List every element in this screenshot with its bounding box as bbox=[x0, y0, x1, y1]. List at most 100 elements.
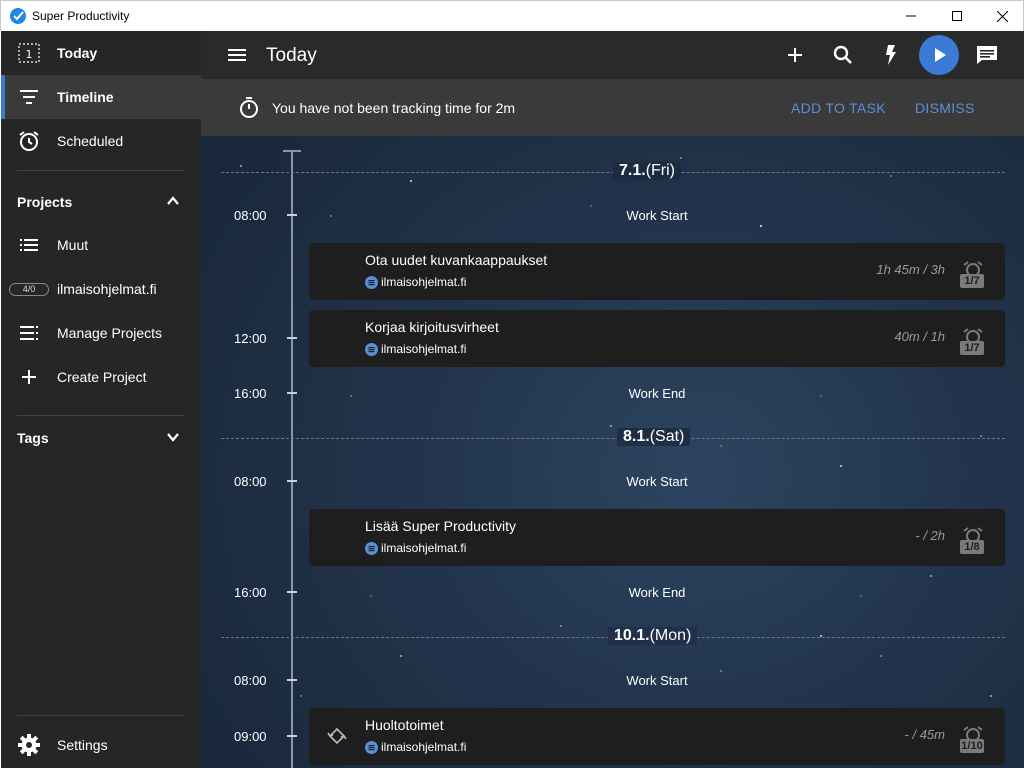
play-button[interactable] bbox=[919, 35, 959, 75]
task-time-estimate: - / 2h bbox=[915, 528, 945, 543]
alarm-clock-icon[interactable]: 1/7 bbox=[960, 260, 985, 288]
active-indicator bbox=[1, 75, 5, 119]
list-icon bbox=[17, 233, 41, 257]
sidebar-item-project-muut[interactable]: Muut bbox=[1, 223, 201, 267]
timeline-time: 09:00 bbox=[234, 729, 267, 744]
flash-icon[interactable] bbox=[879, 43, 903, 67]
sidebar-divider bbox=[17, 415, 185, 416]
sidebar-item-project-ilmaisohjelmat[interactable]: 4/0 ilmaisohjelmat.fi bbox=[1, 267, 201, 311]
banner-message: You have not been tracking time for 2m bbox=[272, 100, 516, 116]
tracking-reminder-banner: You have not been tracking time for 2m A… bbox=[201, 80, 1024, 136]
timeline-tick bbox=[287, 337, 297, 339]
window-title: Super Productivity bbox=[32, 9, 130, 23]
timeline-time: 08:00 bbox=[234, 208, 267, 223]
search-icon[interactable] bbox=[831, 43, 855, 67]
sidebar-item-settings[interactable]: Settings bbox=[1, 723, 201, 767]
minimize-icon[interactable] bbox=[888, 1, 934, 31]
timeline-tick bbox=[287, 392, 297, 394]
dismiss-button[interactable]: DISMISS bbox=[915, 100, 975, 116]
project-icon bbox=[365, 541, 378, 555]
svg-text:1: 1 bbox=[26, 48, 33, 61]
task-project: ilmaisohjelmat.fi bbox=[365, 541, 466, 555]
alarm-clock-icon[interactable]: 1/8 bbox=[960, 526, 985, 554]
menu-icon[interactable] bbox=[227, 45, 247, 70]
project-icon bbox=[365, 275, 378, 289]
sidebar-item-label: Scheduled bbox=[57, 133, 124, 149]
alarm-clock-icon[interactable]: 1/10 bbox=[960, 725, 985, 753]
sidebar-divider bbox=[17, 715, 185, 716]
timeline-event: Work Start bbox=[626, 474, 688, 489]
chat-icon[interactable] bbox=[975, 43, 999, 67]
timeline-event: Work End bbox=[628, 386, 686, 401]
project-icon bbox=[365, 740, 378, 754]
close-icon[interactable] bbox=[979, 1, 1024, 31]
sidebar-item-create-project[interactable]: Create Project bbox=[1, 355, 201, 399]
tags-section-title[interactable]: Tags bbox=[17, 430, 49, 446]
task-title: Korjaa kirjoitusvirheet bbox=[365, 319, 499, 335]
sidebar: 1 Today Timeline Scheduled Projects Muut… bbox=[1, 31, 201, 768]
timeline-time: 16:00 bbox=[234, 585, 267, 600]
today-icon: 1 bbox=[17, 41, 41, 65]
sidebar-item-timeline[interactable]: Timeline bbox=[1, 75, 201, 119]
timeline-time: 08:00 bbox=[234, 474, 267, 489]
plus-icon bbox=[17, 365, 41, 389]
task-card[interactable]: Korjaa kirjoitusvirheet ilmaisohjelmat.f… bbox=[309, 310, 1005, 367]
day-label: 10.1.(Mon) bbox=[608, 627, 698, 645]
repeat-count: 1/7 bbox=[960, 341, 984, 355]
timeline-tick bbox=[287, 679, 297, 681]
task-card[interactable]: Huoltotoimet ilmaisohjelmat.fi - / 45m 1… bbox=[309, 708, 1005, 765]
sidebar-item-today[interactable]: 1 Today bbox=[1, 31, 201, 75]
task-project: ilmaisohjelmat.fi bbox=[365, 275, 466, 289]
task-card[interactable]: Ota uudet kuvankaappaukset ilmaisohjelma… bbox=[309, 243, 1005, 300]
main-content: Today You have not been tracking time fo… bbox=[201, 31, 1024, 768]
timeline-tick bbox=[287, 480, 297, 482]
page-title: Today bbox=[266, 45, 317, 66]
sidebar-item-scheduled[interactable]: Scheduled bbox=[1, 119, 201, 163]
app-logo-icon bbox=[10, 8, 26, 24]
sidebar-item-label: Settings bbox=[57, 737, 108, 753]
day-label: 7.1.(Fri) bbox=[613, 162, 681, 180]
task-project: ilmaisohjelmat.fi bbox=[365, 740, 466, 754]
task-title: Lisää Super Productivity bbox=[365, 518, 516, 534]
maximize-icon[interactable] bbox=[934, 1, 980, 31]
day-label: 8.1.(Sat) bbox=[617, 428, 691, 446]
sidebar-item-label: Muut bbox=[57, 237, 89, 253]
alarm-clock-icon[interactable]: 1/7 bbox=[960, 327, 985, 355]
timeline-time: 08:00 bbox=[234, 673, 267, 688]
projects-section-title[interactable]: Projects bbox=[17, 194, 72, 210]
task-time-estimate: - / 45m bbox=[904, 727, 945, 742]
play-icon bbox=[935, 48, 946, 62]
sidebar-item-label: Timeline bbox=[57, 89, 114, 105]
task-card[interactable]: Lisää Super Productivity ilmaisohjelmat.… bbox=[309, 509, 1005, 566]
top-app-bar: Today bbox=[201, 31, 1024, 80]
sidebar-item-manage-projects[interactable]: Manage Projects bbox=[1, 311, 201, 355]
timeline-time: 16:00 bbox=[234, 386, 267, 401]
sidebar-divider bbox=[17, 170, 185, 171]
project-icon bbox=[365, 342, 378, 356]
manage-list-icon bbox=[17, 321, 41, 345]
task-title: Ota uudet kuvankaappaukset bbox=[365, 252, 548, 268]
project-count-badge: 4/0 bbox=[9, 283, 49, 296]
task-time-estimate: 1h 45m / 3h bbox=[876, 262, 945, 277]
repeat-count: 1/10 bbox=[960, 739, 984, 753]
repeat-icon bbox=[325, 724, 349, 753]
timeline-axis bbox=[291, 151, 293, 768]
gear-icon bbox=[17, 733, 41, 757]
timeline-tick bbox=[287, 735, 297, 737]
chevron-up-icon[interactable] bbox=[164, 192, 182, 210]
timeline-axis-cap bbox=[283, 150, 301, 152]
sidebar-item-label: Create Project bbox=[57, 369, 147, 385]
timeline-time: 12:00 bbox=[234, 331, 267, 346]
plus-icon[interactable] bbox=[783, 43, 807, 67]
timer-icon bbox=[237, 96, 261, 125]
timeline-event: Work End bbox=[628, 585, 686, 600]
sidebar-item-label: ilmaisohjelmat.fi bbox=[57, 281, 157, 297]
timeline-icon bbox=[17, 85, 41, 109]
timeline-event: Work Start bbox=[626, 673, 688, 688]
add-to-task-button[interactable]: ADD TO TASK bbox=[791, 100, 886, 116]
timeline-event: Work Start bbox=[626, 208, 688, 223]
task-title: Huoltotoimet bbox=[365, 717, 444, 733]
task-project-label: ilmaisohjelmat.fi bbox=[381, 342, 467, 356]
task-time-estimate: 40m / 1h bbox=[894, 329, 945, 344]
chevron-down-icon[interactable] bbox=[164, 428, 182, 446]
